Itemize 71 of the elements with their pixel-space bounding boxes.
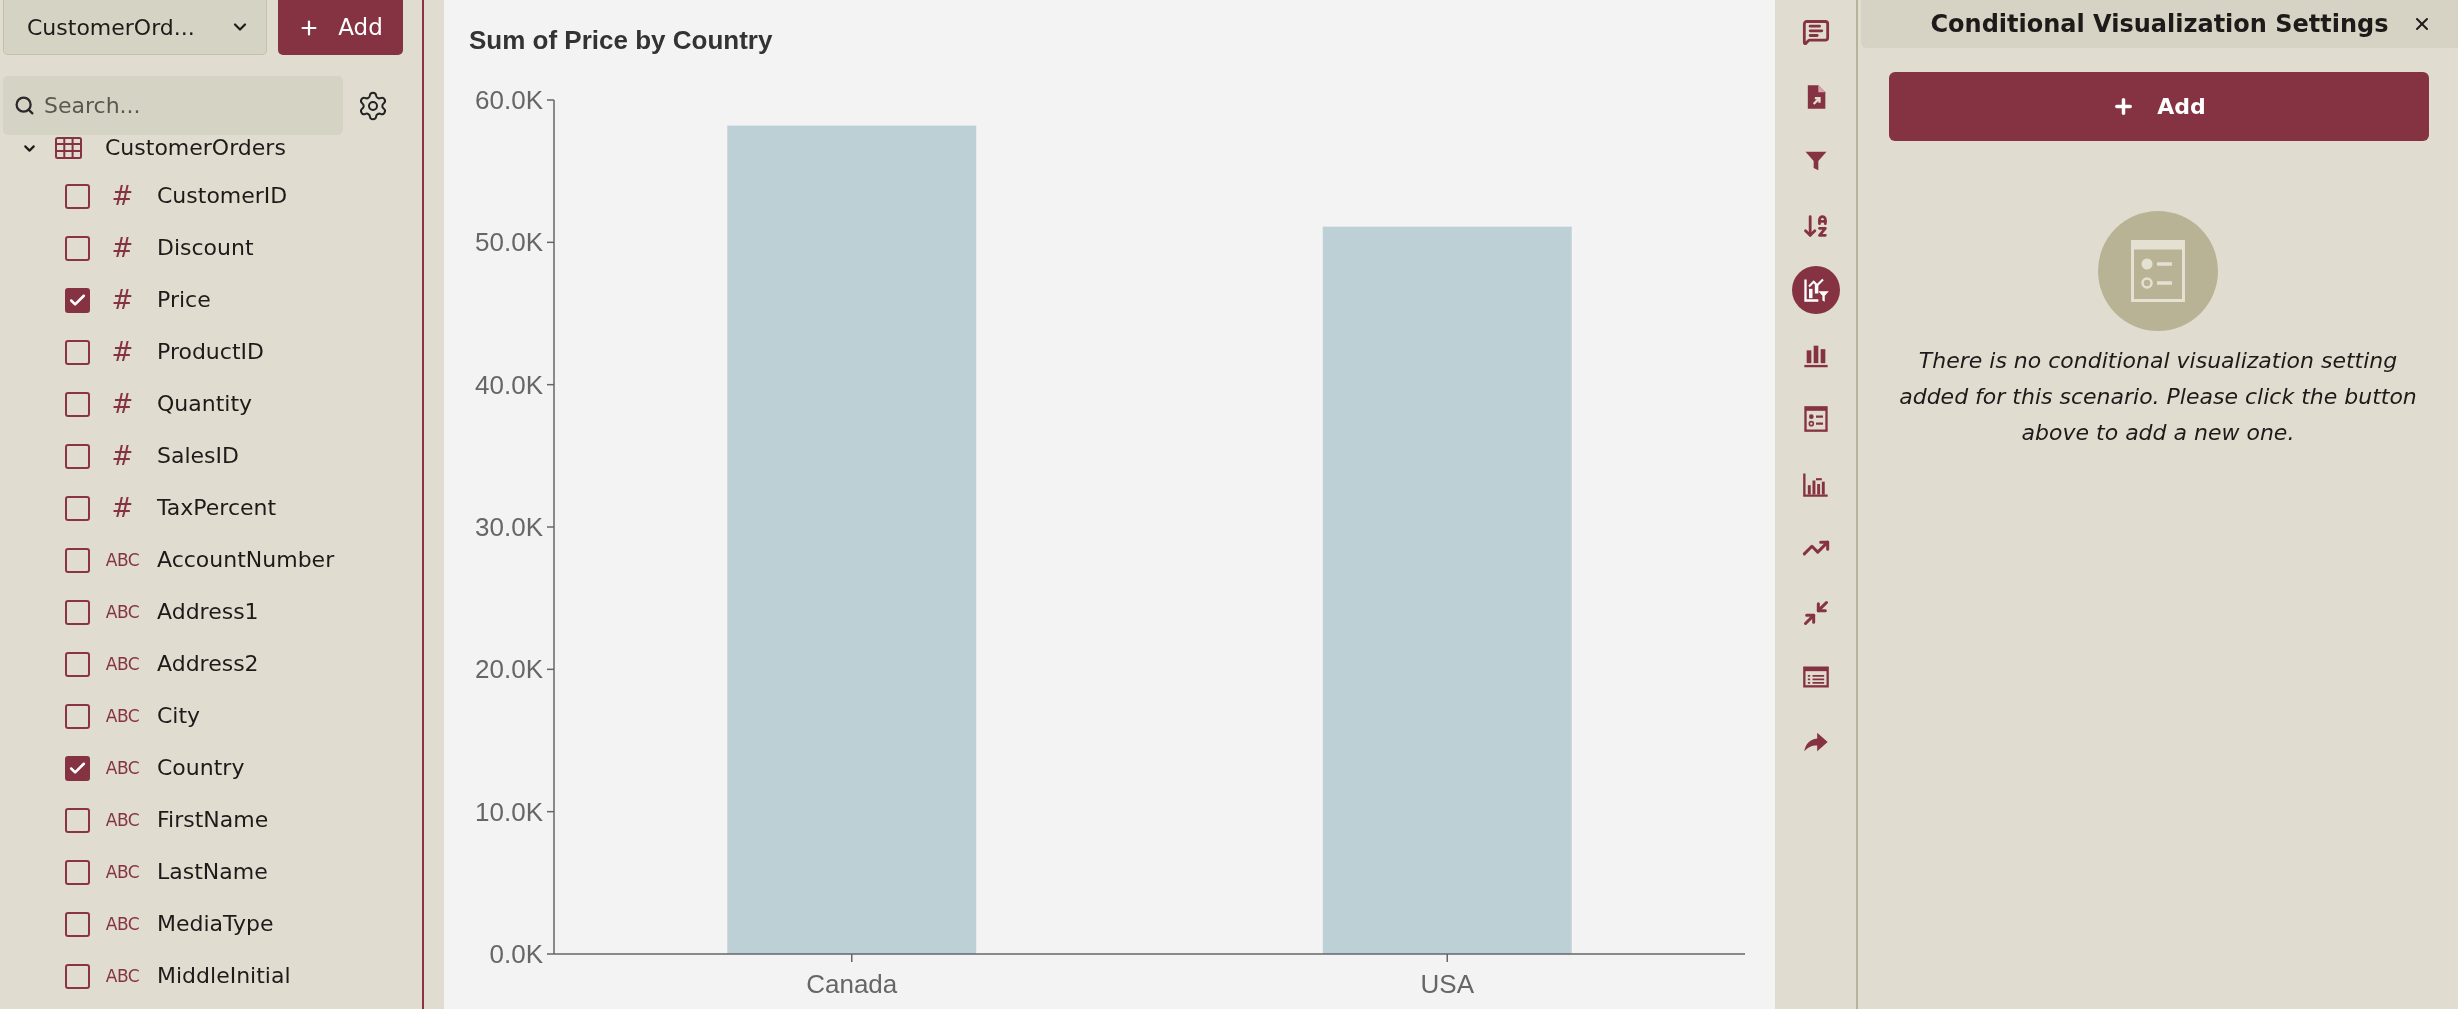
field-label: MediaType	[157, 910, 274, 938]
field-label: MiddleInitial	[157, 962, 291, 990]
y-tick-label: 30.0K	[475, 512, 543, 542]
checkbox[interactable]	[65, 547, 90, 573]
field-type-label: #	[111, 181, 134, 211]
checkbox[interactable]	[65, 859, 90, 885]
field-type-label: ABC	[105, 654, 140, 674]
y-tick-label: 0.0K	[489, 939, 543, 969]
add-button[interactable]: Add	[278, 0, 403, 55]
checkbox[interactable]	[65, 495, 90, 521]
add-rule-button[interactable]: Add	[1889, 72, 2429, 141]
field-label: City	[157, 702, 201, 730]
empty-state-message: There is no conditional visualization setting added for this scenario. Please click the button above to add a new one.	[1898, 347, 2418, 447]
field-type-label: #	[111, 441, 134, 471]
compress-arrows-icon[interactable]	[1801, 598, 1830, 627]
y-tick-label: 40.0K	[475, 369, 543, 400]
field-type-label: #	[111, 493, 134, 523]
tree-node-label[interactable]: CustomerOrders	[105, 134, 286, 162]
x-tick-label: USA	[1420, 969, 1474, 999]
checkbox[interactable]	[65, 391, 90, 417]
y-tick-label: 60.0K	[475, 85, 543, 115]
field-type-label: #	[111, 233, 134, 263]
field-type-label: ABC	[105, 914, 140, 934]
checkbox[interactable]	[65, 911, 90, 937]
field-label: Address2	[157, 650, 259, 678]
checkbox[interactable]	[65, 339, 90, 365]
checkbox[interactable]	[65, 287, 90, 313]
field-type-label: ABC	[105, 758, 140, 778]
field-type-label: ABC	[105, 862, 140, 882]
chart-title: Sum of Price by Country	[469, 25, 773, 55]
panel-title: Conditional Visualization Settings	[1930, 9, 2389, 40]
field-label: Price	[157, 286, 211, 314]
comment-icon[interactable]	[1801, 18, 1830, 47]
field-type-label: #	[111, 285, 134, 315]
checkbox[interactable]	[65, 807, 90, 833]
checkbox[interactable]	[65, 651, 90, 677]
field-type-label: #	[111, 389, 134, 419]
checkbox[interactable]	[65, 963, 90, 989]
table-icon	[55, 137, 82, 159]
field-type-label: ABC	[105, 602, 140, 622]
field-label: Quantity	[157, 390, 253, 418]
y-tick-label: 20.0K	[475, 654, 543, 685]
list-form-icon[interactable]	[1801, 405, 1830, 434]
field-label: Discount	[157, 234, 254, 262]
checkbox[interactable]	[65, 755, 90, 781]
checkbox[interactable]	[65, 183, 90, 209]
field-type-label: ABC	[105, 550, 140, 570]
field-label: FirstName	[157, 806, 269, 834]
checkbox[interactable]	[65, 443, 90, 469]
y-tick-label: 10.0K	[475, 796, 543, 827]
checkbox[interactable]	[65, 703, 90, 729]
field-type-label: ABC	[105, 706, 140, 726]
field-label: ProductID	[157, 338, 264, 366]
field-label: Country	[157, 754, 245, 782]
search-field[interactable]: Search...	[3, 76, 343, 135]
x-tick-label: Canada	[806, 969, 898, 999]
field-label: TaxPercent	[157, 494, 277, 522]
field-type-label: ABC	[105, 810, 140, 830]
field-type-label: #	[111, 337, 134, 367]
field-type-label: ABC	[105, 966, 140, 986]
field-label: Address1	[157, 598, 259, 626]
y-tick-label: 50.0K	[475, 227, 543, 258]
settings-icon[interactable]	[357, 89, 389, 122]
checkbox[interactable]	[65, 235, 90, 261]
search-icon	[14, 95, 35, 116]
field-label: SalesID	[157, 442, 239, 470]
source-select[interactable]: CustomerOrd...	[3, 0, 267, 55]
field-label: LastName	[157, 858, 268, 886]
field-label: AccountNumber	[157, 546, 335, 574]
checkbox[interactable]	[65, 599, 90, 625]
field-label: CustomerID	[157, 182, 288, 210]
